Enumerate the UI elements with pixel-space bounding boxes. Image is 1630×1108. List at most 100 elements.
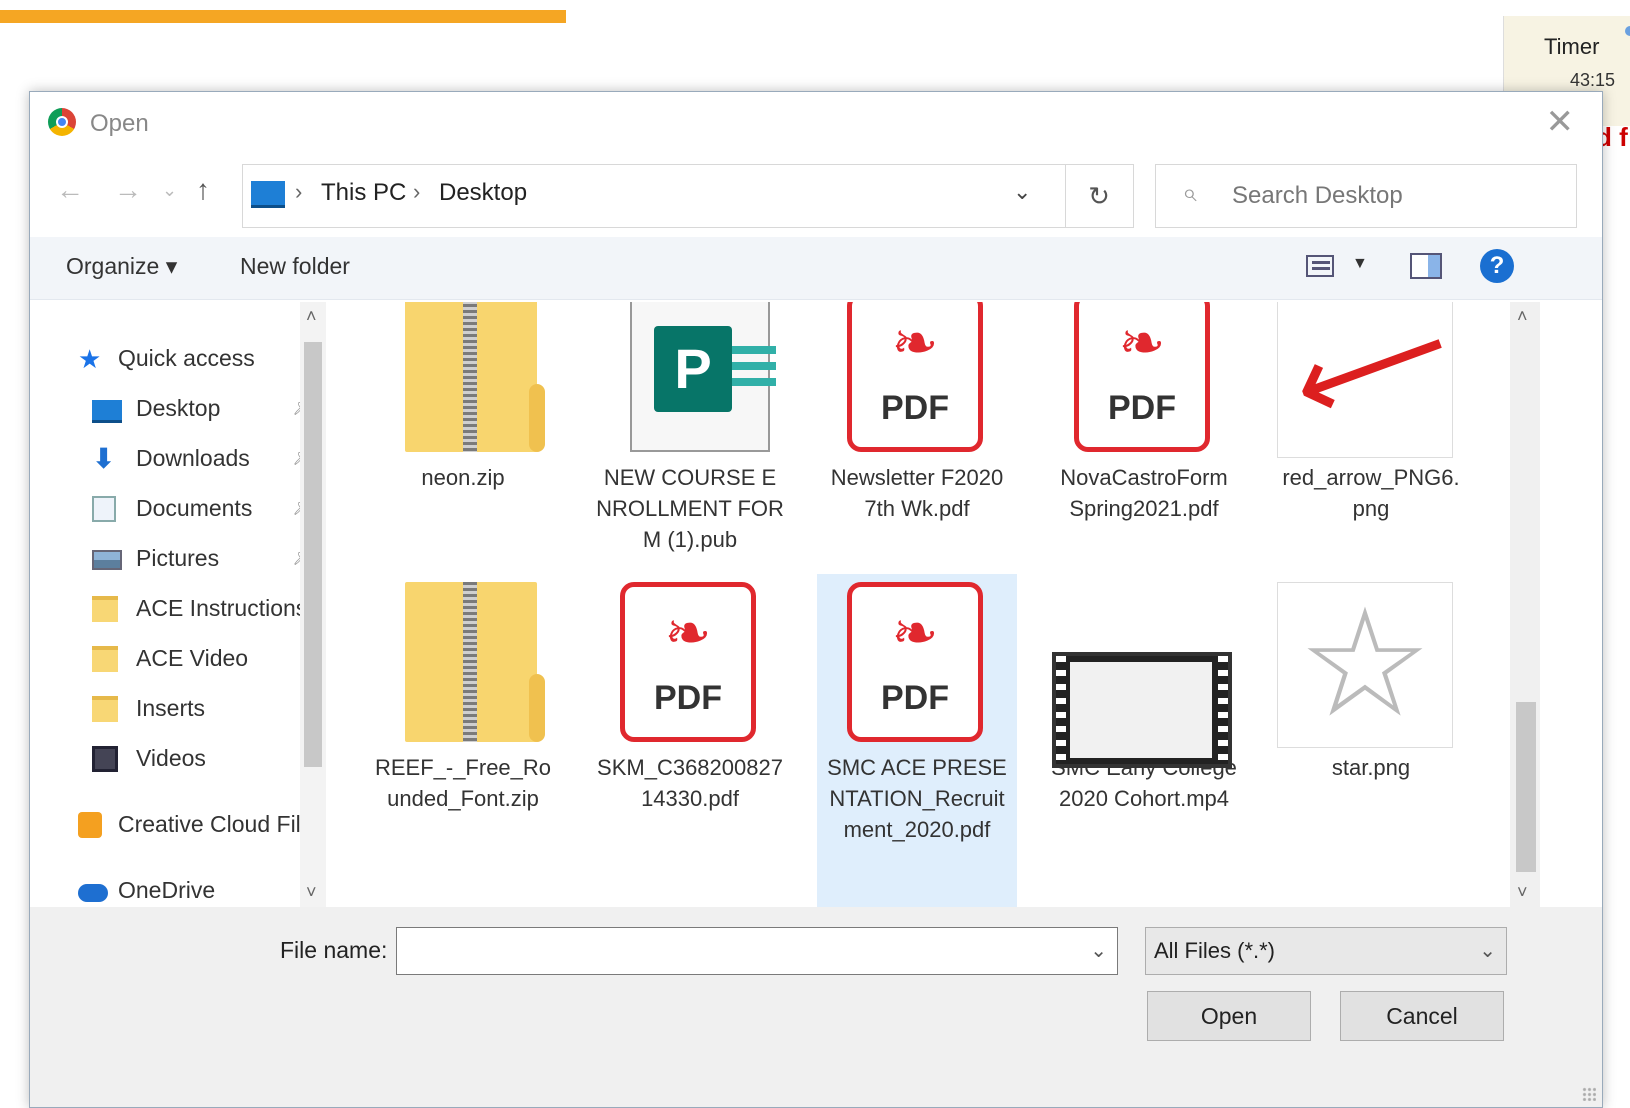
background-orange-bar <box>0 10 566 23</box>
sidebar-item-creative-cloud[interactable]: Creative Cloud Fil <box>78 806 300 846</box>
star-icon: ★ <box>78 344 102 374</box>
pdf-file-icon: ❧ PDF <box>1044 302 1244 462</box>
breadcrumb-separator-icon: › <box>413 179 421 204</box>
image-thumbnail-icon: ⟵ <box>1271 302 1471 462</box>
pictures-icon <box>92 550 122 570</box>
sidebar-item-label: Quick access <box>118 345 255 371</box>
cancel-button[interactable]: Cancel <box>1340 991 1504 1041</box>
file-item-course-enrollment-pub[interactable]: P NEW COURSE ENROLLMENT FORM (1).pub <box>590 302 790 555</box>
chevron-up-icon[interactable]: ˄ <box>1517 306 1528 327</box>
dialog-title: Open <box>90 110 149 137</box>
sidebar-item-label: Inserts <box>136 695 206 721</box>
onedrive-icon <box>78 884 108 902</box>
pdf-file-icon: ❧ PDF <box>817 302 1017 462</box>
file-item-smc-ace-presentation-pdf[interactable]: ❧ PDF SMC ACE PRESENTATION_Recruitment_20… <box>817 574 1017 907</box>
navigation-bar: ← → ⌄ ↑ › This PC › Desktop ⌄ ↻ ⌕ <box>30 158 1602 230</box>
file-item-reef-font-zip[interactable]: REEF_-_Free_Rounded_Font.zip <box>363 582 563 814</box>
chevron-down-icon[interactable]: ˅ <box>1517 882 1528 903</box>
new-folder-button[interactable]: New folder <box>240 253 350 280</box>
up-arrow-icon[interactable]: ↑ <box>196 174 210 206</box>
this-pc-icon <box>251 181 285 208</box>
videos-icon <box>92 746 118 772</box>
chevron-down-icon[interactable]: ⌄ <box>1013 179 1031 205</box>
file-item-neon-zip[interactable]: neon.zip <box>363 302 563 493</box>
star-outline-icon: ☆ <box>1297 582 1433 747</box>
documents-icon <box>92 496 116 522</box>
breadcrumb-desktop[interactable]: Desktop <box>439 179 527 207</box>
scrollbar-thumb[interactable] <box>1516 702 1536 872</box>
sidebar-item-label: Desktop <box>136 395 221 421</box>
file-name: SMC ACE PRESENTATION_Recruitment_2020.pd… <box>827 755 1007 842</box>
sidebar-item-label: ACE Video <box>136 645 249 671</box>
file-item-star-png[interactable]: ☆ star.png <box>1271 582 1471 783</box>
file-name: red_arrow_PNG6.png <box>1282 465 1460 521</box>
chevron-down-icon[interactable]: ˅ <box>306 882 317 903</box>
organize-button[interactable]: Organize ▾ <box>66 253 177 280</box>
open-button[interactable]: Open <box>1147 991 1311 1041</box>
breadcrumb-this-pc[interactable]: This PC <box>321 179 406 207</box>
chevron-down-icon: ⌄ <box>1479 940 1496 962</box>
search-box[interactable]: ⌕ <box>1155 164 1577 228</box>
zip-folder-icon <box>363 302 563 462</box>
chevron-down-icon[interactable]: ⌄ <box>1090 938 1107 963</box>
file-item-skm-pdf[interactable]: ❧ PDF SKM_C36820082714330.pdf <box>590 582 790 814</box>
file-name: Newsletter F2020 7th Wk.pdf <box>830 465 1004 521</box>
scrollbar-thumb[interactable] <box>304 342 322 767</box>
file-name: NovaCastroForm Spring2021.pdf <box>1060 465 1228 521</box>
file-name: neon.zip <box>421 465 505 490</box>
file-item-newsletter-pdf[interactable]: ❧ PDF Newsletter F2020 7th Wk.pdf <box>817 302 1017 524</box>
chevron-down-icon[interactable]: ▼ <box>1352 255 1368 273</box>
video-thumbnail-icon <box>1044 582 1244 768</box>
file-name-input[interactable] <box>403 934 1067 970</box>
timer-label: Timer <box>1544 34 1600 59</box>
sidebar-item-label: ACE Instructions <box>136 595 308 621</box>
folder-icon <box>92 596 118 622</box>
navigation-pane: ★ Quick access Desktop 📌︎ ⬇ Downloads 📌︎… <box>30 302 330 907</box>
recent-locations-icon[interactable]: ⌄ <box>162 180 177 201</box>
zip-folder-icon <box>363 582 563 752</box>
image-thumbnail-icon: ☆ <box>1271 582 1471 752</box>
file-list-scrollbar[interactable]: ˄ ˅ <box>1510 302 1540 907</box>
dialog-titlebar[interactable]: Open ✕ <box>30 92 1602 156</box>
sidebar-item-label: Videos <box>136 745 206 771</box>
open-file-dialog: Open ✕ ← → ⌄ ↑ › This PC › Desktop ⌄ ↻ ⌕… <box>29 91 1603 1108</box>
forward-arrow-icon[interactable]: → <box>114 174 142 206</box>
chevron-up-icon[interactable]: ˄ <box>306 306 317 327</box>
file-name: REEF_-_Free_Rounded_Font.zip <box>374 755 552 811</box>
preview-pane-icon[interactable] <box>1410 253 1442 279</box>
red-arrow-icon: ⟵ <box>1277 302 1453 451</box>
file-type-filter-value: All Files (*.*) <box>1154 938 1276 963</box>
view-options-icon[interactable] <box>1306 255 1334 277</box>
folder-icon <box>92 696 118 722</box>
file-name-label: File name: <box>280 937 388 963</box>
pdf-file-icon: ❧ PDF <box>590 582 790 752</box>
refresh-icon[interactable]: ↻ <box>1065 165 1132 227</box>
file-item-red-arrow-png[interactable]: ⟵ red_arrow_PNG6.png <box>1271 302 1471 524</box>
resize-grip-icon[interactable] <box>1582 1087 1596 1101</box>
folder-icon <box>92 646 118 672</box>
file-name: SKM_C36820082714330.pdf <box>597 755 783 811</box>
sidebar-item-label: Pictures <box>136 545 220 571</box>
file-item-novacastro-pdf[interactable]: ❧ PDF NovaCastroForm Spring2021.pdf <box>1044 302 1244 524</box>
dialog-footer: File name: ⌄ All Files (*.*) ⌄ Open Canc… <box>30 907 1602 1107</box>
sidebar-item-label: Downloads <box>136 445 250 471</box>
search-icon: ⌕ <box>1182 177 1197 207</box>
sidebar-item-label: Creative Cloud Fil <box>118 811 300 837</box>
pdf-file-icon: ❧ PDF <box>817 582 1017 752</box>
search-input[interactable] <box>1230 175 1564 217</box>
help-icon[interactable]: ? <box>1480 249 1514 283</box>
creative-cloud-icon <box>78 812 102 838</box>
file-item-smc-early-college-mp4[interactable]: SMC Early College 2020 Cohort.mp4 <box>1044 582 1244 814</box>
chrome-icon <box>48 108 76 136</box>
timer-indicator-icon <box>1625 26 1630 36</box>
address-bar[interactable]: › This PC › Desktop ⌄ ↻ <box>242 164 1134 228</box>
file-name: NEW COURSE ENROLLMENT FORM (1).pub <box>596 465 784 552</box>
close-icon[interactable]: ✕ <box>1546 102 1575 142</box>
navigation-scrollbar[interactable]: ˄ ˅ <box>300 302 326 907</box>
back-arrow-icon[interactable]: ← <box>56 174 84 206</box>
file-type-filter[interactable]: All Files (*.*) ⌄ <box>1145 927 1507 975</box>
file-list: neon.zip P NEW COURSE ENROLLMENT FORM (1… <box>335 302 1507 907</box>
file-name-combobox[interactable]: ⌄ <box>396 927 1118 975</box>
publisher-file-icon: P <box>590 302 790 462</box>
download-icon: ⬇ <box>92 443 116 474</box>
